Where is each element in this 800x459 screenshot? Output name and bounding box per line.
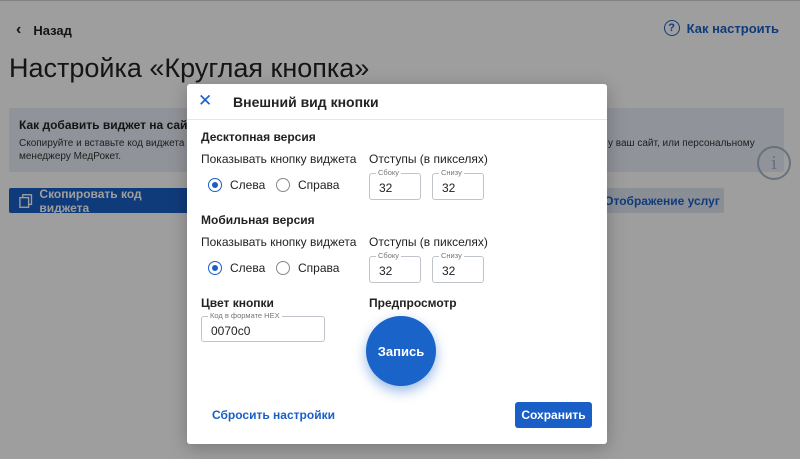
desktop-bottom-offset-input[interactable]	[433, 174, 483, 199]
radio-unchecked-icon	[276, 261, 290, 275]
radio-unchecked-icon	[276, 178, 290, 192]
mobile-radio-right[interactable]: Справа	[276, 261, 339, 275]
preview-section-title: Предпросмотр	[369, 296, 457, 310]
desktop-section-title: Десктопная версия	[201, 130, 316, 144]
mobile-radio-left[interactable]: Слева	[208, 261, 265, 275]
desktop-show-label: Показывать кнопку виджета	[201, 152, 357, 166]
desktop-radio-left[interactable]: Слева	[208, 178, 265, 192]
mobile-radio-right-label: Справа	[298, 261, 340, 275]
hex-color-field[interactable]: Код в формате HEX	[201, 311, 325, 342]
desktop-radio-left-label: Слева	[230, 178, 266, 192]
desktop-radio-right-label: Справа	[298, 178, 340, 192]
modal-header: ✕ Внешний вид кнопки	[187, 84, 607, 120]
button-appearance-modal: ✕ Внешний вид кнопки Десктопная версия П…	[187, 84, 607, 444]
desktop-radio-right[interactable]: Справа	[276, 178, 339, 192]
mobile-bottom-offset-field[interactable]: Снизу	[432, 251, 484, 283]
preview-round-button: Запись	[366, 316, 436, 386]
mobile-offsets-label: Отступы (в пикселях)	[369, 235, 488, 249]
color-section-title: Цвет кнопки	[201, 296, 274, 310]
mobile-section-title: Мобильная версия	[201, 213, 315, 227]
mobile-show-label: Показывать кнопку виджета	[201, 235, 357, 249]
radio-checked-icon	[208, 178, 222, 192]
desktop-side-offset-field[interactable]: Сбоку	[369, 168, 421, 200]
close-icon[interactable]: ✕	[198, 92, 212, 110]
desktop-side-offset-input[interactable]	[370, 174, 420, 199]
radio-checked-icon	[208, 261, 222, 275]
reset-settings-link[interactable]: Сбросить настройки	[212, 408, 335, 422]
desktop-bottom-offset-field[interactable]: Снизу	[432, 168, 484, 200]
mobile-radio-left-label: Слева	[230, 261, 266, 275]
mobile-side-offset-field[interactable]: Сбоку	[369, 251, 421, 283]
desktop-offsets-label: Отступы (в пикселях)	[369, 152, 488, 166]
save-button[interactable]: Сохранить	[515, 402, 592, 428]
modal-title: Внешний вид кнопки	[233, 94, 379, 110]
mobile-bottom-offset-input[interactable]	[433, 257, 483, 282]
hex-color-input[interactable]	[202, 317, 324, 341]
mobile-side-offset-input[interactable]	[370, 257, 420, 282]
